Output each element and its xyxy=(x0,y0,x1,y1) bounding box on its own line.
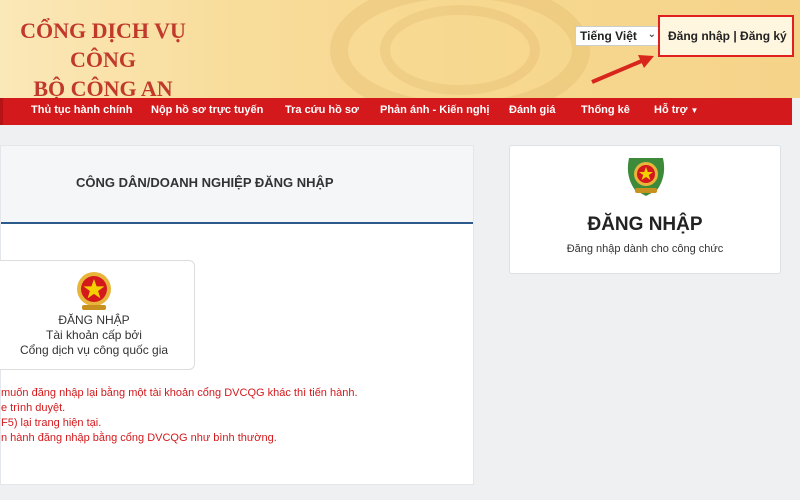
login-link[interactable]: Đăng nhập xyxy=(668,29,730,43)
instruction-line: e trình duyệt. xyxy=(1,402,66,414)
language-select[interactable]: Tiếng Việt ⌄ xyxy=(575,26,661,46)
nav-item-thu-tuc[interactable]: Thủ tục hành chính xyxy=(31,104,132,116)
header-drum-pattern-inner xyxy=(380,5,540,95)
instruction-line: F5) lại trang hiện tại. xyxy=(1,417,102,429)
official-login-title: ĐĂNG NHẬP xyxy=(587,214,703,235)
citizen-login-title: CÔNG DÂN/DOANH NGHIỆP ĐĂNG NHẬP xyxy=(76,175,334,190)
site-title-line1: CỔNG DỊCH VỤ CÔNG xyxy=(20,18,186,72)
nav-edge xyxy=(0,98,3,125)
card-line2: Tài khoản cấp bởi xyxy=(46,328,142,342)
nav-item-phan-anh[interactable]: Phản ánh - Kiến nghị xyxy=(380,104,489,116)
nav-item-danh-gia[interactable]: Đánh giá xyxy=(509,104,555,116)
national-emblem-icon xyxy=(77,272,111,310)
language-selected: Tiếng Việt xyxy=(580,29,637,43)
site-title[interactable]: CỔNG DỊCH VỤ CÔNG BỘ CÔNG AN xyxy=(0,16,206,98)
caret-down-icon: ▼ xyxy=(690,106,699,115)
card-line3: Cổng dịch vụ công quốc gia xyxy=(19,343,169,357)
instruction-line: n hành đăng nhập bằng cổng DVCQG như bìn… xyxy=(1,432,277,444)
auth-links: Đăng nhập | Đăng ký xyxy=(658,15,794,57)
card-line1: ĐĂNG NHẬP xyxy=(58,313,130,327)
site-header: CỔNG DỊCH VỤ CÔNG BỘ CÔNG AN Tiếng Việt … xyxy=(0,0,800,98)
instruction-line: muốn đăng nhập lại bằng một tài khoản cổ… xyxy=(1,387,358,399)
login-instructions: muốn đăng nhập lại bằng một tài khoản cổ… xyxy=(1,386,358,446)
national-portal-login-card[interactable]: ĐĂNG NHẬP Tài khoản cấp bởi Cổng dịch vụ… xyxy=(0,260,195,370)
auth-separator: | xyxy=(733,29,737,43)
register-link[interactable]: Đăng ký xyxy=(740,29,787,43)
police-badge-icon xyxy=(627,158,665,196)
nav-item-nop-ho-so[interactable]: Nộp hồ sơ trực tuyến xyxy=(151,104,263,116)
nav-item-thong-ke[interactable]: Thống kê xyxy=(581,104,630,116)
nav-item-ho-tro[interactable]: Hỗ trợ ▼ xyxy=(654,104,698,116)
main-nav: Thủ tục hành chính Nộp hồ sơ trực tuyến … xyxy=(0,98,792,125)
site-title-line2: BỘ CÔNG AN xyxy=(33,76,173,98)
citizen-login-header: CÔNG DÂN/DOANH NGHIỆP ĐĂNG NHẬP xyxy=(1,146,473,224)
chevron-down-icon: ⌄ xyxy=(647,29,656,40)
official-login-panel[interactable]: ĐĂNG NHẬP Đăng nhập dành cho công chức xyxy=(509,145,781,274)
nav-item-tra-cuu[interactable]: Tra cứu hồ sơ xyxy=(285,104,359,116)
nav-item-ho-tro-label: Hỗ trợ xyxy=(654,104,688,116)
official-login-subtitle: Đăng nhập dành cho công chức xyxy=(566,243,724,255)
red-arrow-icon xyxy=(591,55,654,84)
citizen-login-panel: CÔNG DÂN/DOANH NGHIỆP ĐĂNG NHẬP ĐĂNG NHẬ… xyxy=(0,145,474,485)
